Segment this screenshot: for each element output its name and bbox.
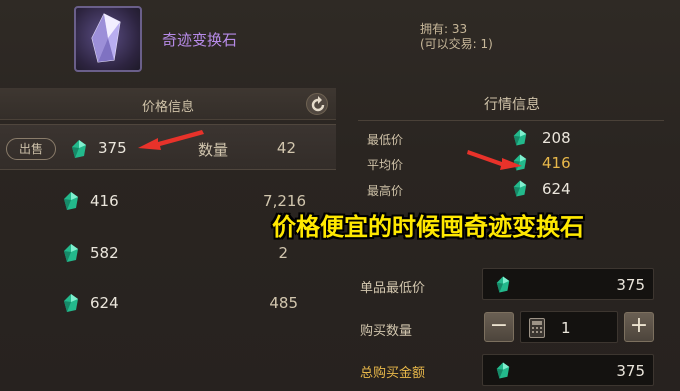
item-header: 奇迹变换石 拥有: 33 (可以交易: 1) [0,0,680,80]
avg-price-value: 416 [542,154,571,172]
gem-icon [496,276,510,293]
gem-icon [496,362,510,379]
gem-icon [64,192,78,210]
listing-price: 582 [90,244,119,262]
gem-icon [513,180,527,197]
purchase-qty-value: 1 [561,319,571,337]
caption-overlay: 价格便宜的时候囤奇迹变换石 [272,213,584,241]
listing-qty: 2 [278,244,288,262]
tradable-line: (可以交易: 1) [420,37,493,51]
refresh-icon [311,96,325,112]
gem-icon [513,129,527,146]
total-price-value: 375 [616,362,645,380]
gem-icon [72,140,86,158]
total-price-label: 总购买金额 [360,366,426,381]
min-price-value: 208 [542,129,571,147]
total-price-field: 375 [482,354,654,386]
item-name: 奇迹变换石 [162,31,238,49]
market-info-title: 行情信息 [484,97,540,113]
listing-price: 416 [90,192,119,210]
listing-qty: 42 [276,139,296,157]
calculator-icon[interactable] [529,318,545,338]
listing-price: 375 [98,139,127,157]
unit-min-price-value: 375 [616,276,645,294]
crystal-icon [74,6,142,72]
owned-count: 拥有: 33 (可以交易: 1) [420,22,493,52]
sell-button[interactable]: 出售 [6,138,56,160]
avg-price-label: 平均价 [367,158,404,172]
gem-icon [64,294,78,312]
max-price-value: 624 [542,180,571,198]
unit-min-price-label: 单品最低价 [360,281,426,296]
purchase-qty-label: 购买数量 [360,324,413,339]
increase-button[interactable]: + [624,312,654,342]
owned-line: 拥有: 33 [420,22,468,36]
price-info-title: 价格信息 [141,100,194,115]
refresh-button[interactable] [306,93,328,115]
min-price-label: 最低价 [367,133,404,147]
purchase-qty-input[interactable]: 1 [520,311,618,343]
red-arrow-icon [467,150,522,170]
price-info-header: 价格信息 [0,88,336,120]
red-arrow-icon [138,130,204,150]
divider [358,120,664,121]
market-window: 奇迹变换石 拥有: 33 (可以交易: 1) 价格信息 出售 375 数量 42 [0,0,680,391]
max-price-label: 最高价 [367,184,404,198]
unit-min-price-field: 375 [482,268,654,300]
listing-price: 624 [90,294,119,312]
listing-qty: 485 [269,294,298,312]
decrease-button[interactable]: − [484,312,514,342]
listing-row[interactable]: 624 485 [0,280,336,326]
gem-icon [64,244,78,262]
